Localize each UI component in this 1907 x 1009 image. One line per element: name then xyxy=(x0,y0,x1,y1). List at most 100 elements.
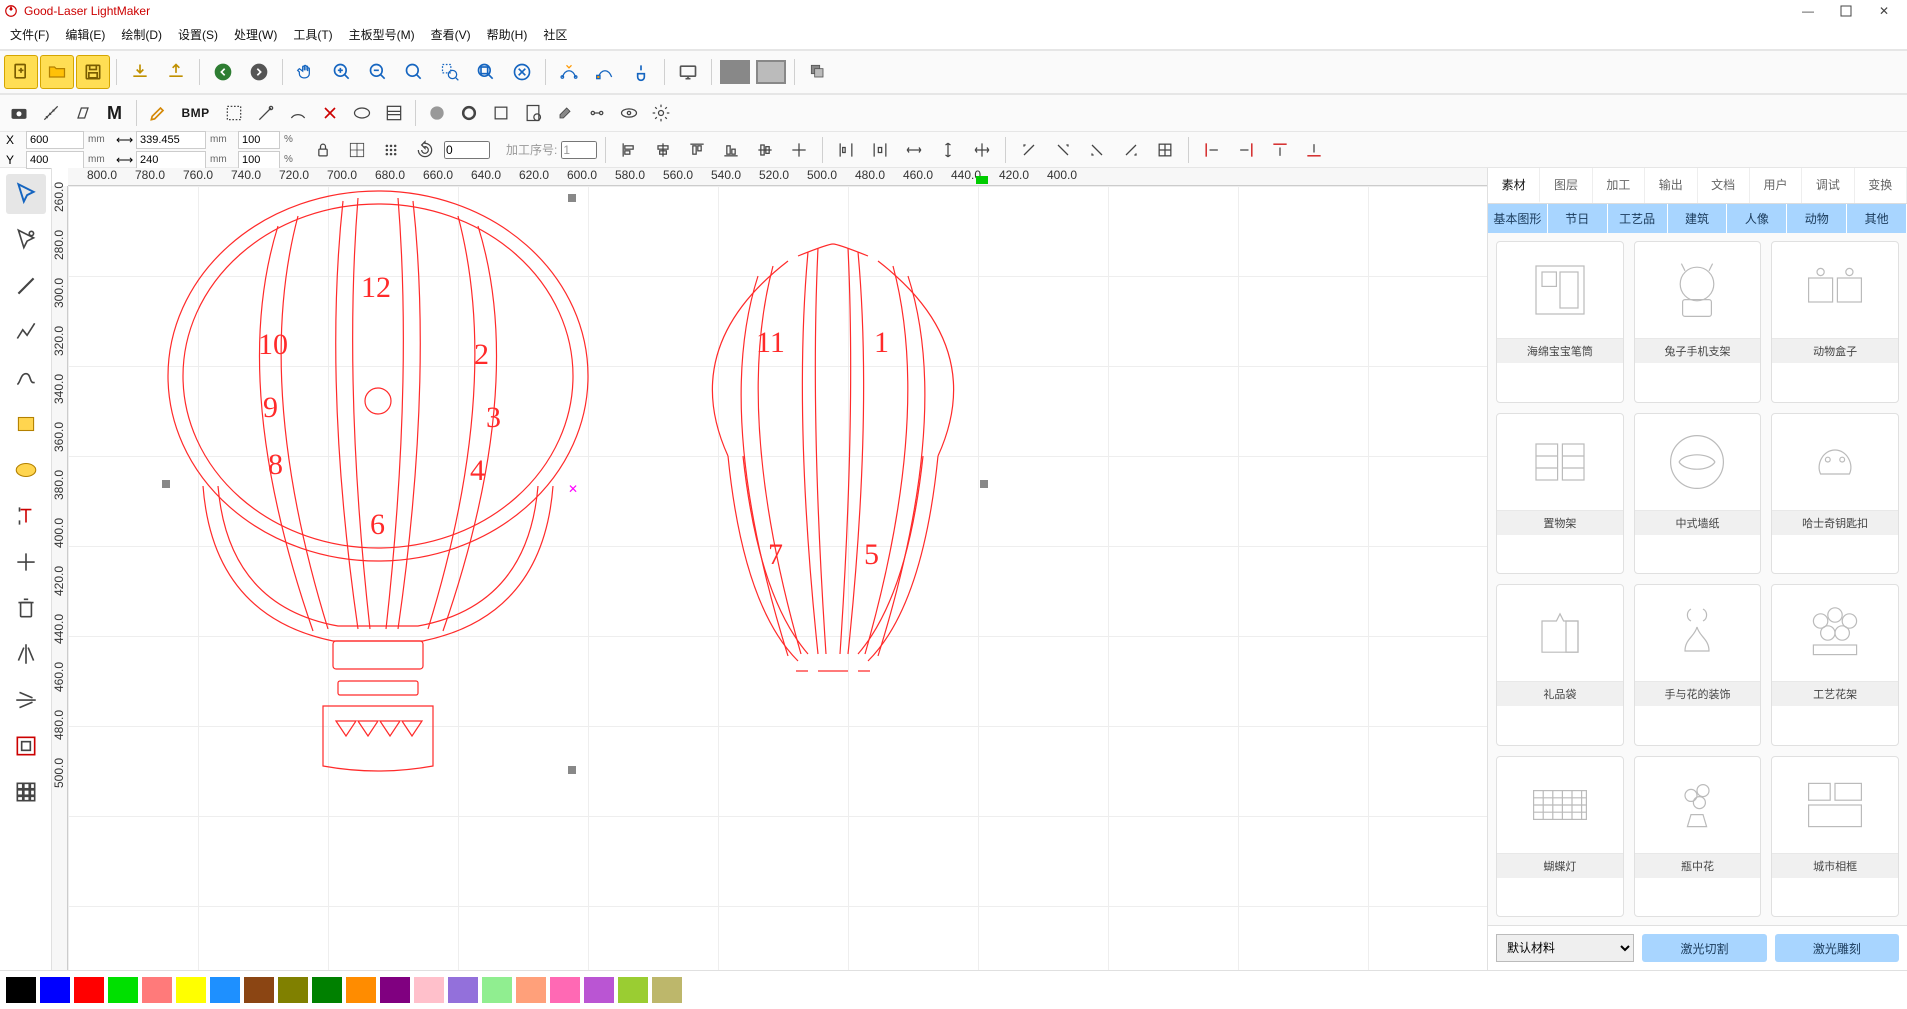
group-tool[interactable] xyxy=(6,726,46,766)
tab-process[interactable]: 加工 xyxy=(1593,168,1645,203)
cross-button[interactable] xyxy=(315,98,345,128)
new-file-button[interactable] xyxy=(4,55,38,89)
point-tool[interactable] xyxy=(6,542,46,582)
template-item[interactable]: 手与花的装饰 xyxy=(1634,584,1762,746)
color-swatch[interactable] xyxy=(40,977,70,1003)
template-item[interactable]: 动物盒子 xyxy=(1771,241,1899,403)
select-rect-button[interactable] xyxy=(219,98,249,128)
color-swatch[interactable] xyxy=(448,977,478,1003)
align-vcenter-button[interactable] xyxy=(750,135,780,165)
menu-draw[interactable]: 绘制(D) xyxy=(119,24,164,45)
rotate-button[interactable] xyxy=(410,135,440,165)
template-item[interactable]: 海绵宝宝笔筒 xyxy=(1496,241,1624,403)
align-top-button[interactable] xyxy=(682,135,712,165)
fill-circle-button[interactable] xyxy=(422,98,452,128)
laser-cut-button[interactable]: 激光切割 xyxy=(1642,934,1766,962)
height-input[interactable] xyxy=(136,151,206,169)
ellipse-button[interactable] xyxy=(347,98,377,128)
template-item[interactable]: 蝴蝶灯 xyxy=(1496,756,1624,918)
color-swatch[interactable] xyxy=(550,977,580,1003)
window-close-button[interactable]: ✕ xyxy=(1865,0,1903,22)
arc-button[interactable] xyxy=(283,98,313,128)
scale-x-input[interactable] xyxy=(238,131,280,149)
align-left-button[interactable] xyxy=(614,135,644,165)
color-swatch[interactable] xyxy=(652,977,682,1003)
window-minimize-button[interactable]: — xyxy=(1789,0,1827,22)
pen-button[interactable] xyxy=(143,98,173,128)
color-swatch[interactable] xyxy=(142,977,172,1003)
outline-rect-button[interactable] xyxy=(486,98,516,128)
opacity-2-button[interactable] xyxy=(754,55,788,89)
zoom-page-button[interactable] xyxy=(505,55,539,89)
job-input[interactable] xyxy=(561,141,597,159)
align-bottom-button[interactable] xyxy=(716,135,746,165)
mirror-h-tool[interactable] xyxy=(6,634,46,674)
menu-tools[interactable]: 工具(T) xyxy=(291,24,334,45)
cat-basic[interactable]: 基本图形 xyxy=(1488,204,1548,233)
display-button[interactable] xyxy=(671,55,705,89)
zoom-fit-button[interactable] xyxy=(397,55,431,89)
laser-engrave-button[interactable]: 激光雕刻 xyxy=(1775,934,1899,962)
color-swatch[interactable] xyxy=(6,977,36,1003)
corner-tr-button[interactable] xyxy=(1048,135,1078,165)
menu-help[interactable]: 帮助(H) xyxy=(485,24,530,45)
undo-button[interactable] xyxy=(206,55,240,89)
cat-building[interactable]: 建筑 xyxy=(1668,204,1728,233)
x-input[interactable] xyxy=(26,131,84,149)
export-button[interactable] xyxy=(159,55,193,89)
cat-other[interactable]: 其他 xyxy=(1847,204,1907,233)
template-item[interactable]: 兔子手机支架 xyxy=(1634,241,1762,403)
cat-people[interactable]: 人像 xyxy=(1727,204,1787,233)
bmp-button[interactable]: BMP xyxy=(175,98,217,128)
template-item[interactable]: 哈士奇钥匙扣 xyxy=(1771,413,1899,575)
scale-y-input[interactable] xyxy=(238,151,280,169)
tab-layer[interactable]: 图层 xyxy=(1540,168,1592,203)
pan-button[interactable] xyxy=(289,55,323,89)
y-input[interactable] xyxy=(26,151,84,169)
snap-right-button[interactable] xyxy=(1231,135,1261,165)
corner-tl-button[interactable] xyxy=(1014,135,1044,165)
template-item[interactable]: 工艺花架 xyxy=(1771,584,1899,746)
color-swatch[interactable] xyxy=(414,977,444,1003)
cat-craft[interactable]: 工艺品 xyxy=(1608,204,1668,233)
array-tool[interactable] xyxy=(6,772,46,812)
window-maximize-button[interactable] xyxy=(1827,0,1865,22)
skew-button[interactable] xyxy=(68,98,98,128)
zoom-in-button[interactable] xyxy=(325,55,359,89)
grid-dots-button[interactable] xyxy=(376,135,406,165)
page-setup-button[interactable] xyxy=(518,98,548,128)
canvas[interactable]: ✕ xyxy=(68,186,1487,970)
color-swatch[interactable] xyxy=(618,977,648,1003)
width-input[interactable] xyxy=(136,131,206,149)
dist-hspace-button[interactable] xyxy=(899,135,929,165)
curve-tool[interactable] xyxy=(6,358,46,398)
align-hcenter-button[interactable] xyxy=(648,135,678,165)
text-tool[interactable] xyxy=(6,496,46,536)
redo-button[interactable] xyxy=(242,55,276,89)
import-button[interactable] xyxy=(123,55,157,89)
template-item[interactable]: 城市相框 xyxy=(1771,756,1899,918)
line-tool[interactable] xyxy=(6,266,46,306)
tab-output[interactable]: 输出 xyxy=(1645,168,1697,203)
color-swatch[interactable] xyxy=(380,977,410,1003)
snap-top-button[interactable] xyxy=(1265,135,1295,165)
zoom-out-button[interactable] xyxy=(361,55,395,89)
mirror-v-tool[interactable] xyxy=(6,680,46,720)
cat-holiday[interactable]: 节日 xyxy=(1548,204,1608,233)
color-swatch[interactable] xyxy=(244,977,274,1003)
polyline-tool[interactable] xyxy=(6,312,46,352)
opacity-1-button[interactable] xyxy=(718,55,752,89)
table-button[interactable] xyxy=(379,98,409,128)
zoom-all-button[interactable] xyxy=(469,55,503,89)
color-swatch[interactable] xyxy=(312,977,342,1003)
balloon-shape-2[interactable] xyxy=(668,236,998,726)
ring-button[interactable] xyxy=(454,98,484,128)
save-file-button[interactable] xyxy=(76,55,110,89)
rotation-input[interactable] xyxy=(444,141,490,159)
menu-process[interactable]: 处理(W) xyxy=(232,24,279,45)
color-swatch[interactable] xyxy=(482,977,512,1003)
tab-transform[interactable]: 变换 xyxy=(1855,168,1907,203)
tab-material[interactable]: 素材 xyxy=(1488,168,1540,203)
center-point-button[interactable] xyxy=(1150,135,1180,165)
ellipse-tool[interactable] xyxy=(6,450,46,490)
